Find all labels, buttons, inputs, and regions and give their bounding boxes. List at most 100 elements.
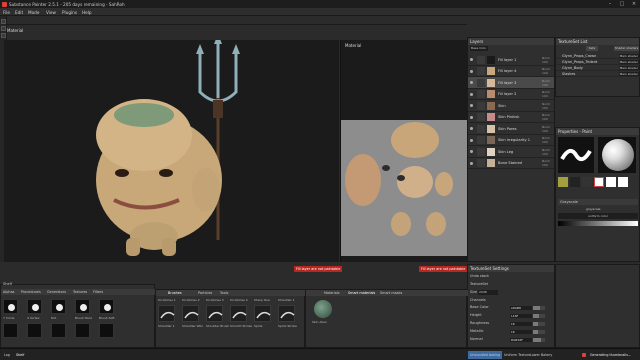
channel-format-select[interactable]: L16F [510,313,532,318]
close-icon[interactable]: × [628,0,640,8]
paint-tool-icon[interactable] [1,19,6,24]
lower-bakery-tab[interactable]: Lower Bakery [528,351,554,359]
grayscale-header[interactable]: Grayscale [558,199,638,205]
layer-row[interactable]: Skin Leg Norm 100 [468,146,554,158]
grayscale-mode-select[interactable]: uniform color [558,213,638,219]
eye-icon[interactable] [470,138,473,142]
layer-opacity[interactable]: 100 [542,106,548,110]
grayscale-slider[interactable] [558,221,638,226]
layer-thumb[interactable] [487,136,495,144]
sets-button[interactable]: Sets [586,46,598,51]
menu-plugins[interactable]: Plugins [62,10,77,15]
layer-opacity[interactable]: 100 [542,163,548,167]
channel-format-select[interactable]: RGB16F [510,337,532,342]
height-thumb[interactable] [570,177,580,187]
channel-format-select[interactable]: L8 [510,329,532,334]
shader-select[interactable]: Main shader [618,53,639,59]
texture-set-row[interactable]: Slashes Main shader [556,71,640,77]
channel-select[interactable]: Base Colo [470,46,488,51]
menu-mode[interactable]: Mode [28,10,39,15]
layer-thumb[interactable] [487,78,495,87]
tab-textures[interactable]: Textures [71,289,89,295]
eye-icon[interactable] [470,58,473,61]
brush-thumb[interactable] [158,305,175,322]
menu-view[interactable]: View [46,10,56,15]
viewport-3d[interactable]: Material Fill layer are not paintable [4,28,343,272]
layer-mask-thumb[interactable] [477,136,485,144]
alpha-thumb[interactable] [99,299,114,314]
layer-opacity[interactable]: 100 [542,71,548,75]
roughness-thumb[interactable] [594,177,604,187]
eye-icon[interactable] [470,104,473,107]
alpha-thumb[interactable] [75,323,90,338]
tab-filters[interactable]: Filters [91,289,105,295]
alpha-thumb[interactable] [27,299,42,314]
tab-particles[interactable]: Particles [196,290,214,296]
layer-mask-thumb[interactable] [477,147,485,156]
tab-smart-materials[interactable]: Smart materials [346,290,377,296]
layer-row[interactable]: Fill layer 3 Norm 100 [468,77,554,89]
layer-thumb[interactable] [487,124,495,133]
layer-mask-thumb[interactable] [477,55,485,64]
alpha-thumb[interactable] [51,299,66,314]
tab-alphas[interactable]: Alphas [1,289,16,295]
layer-mask-thumb[interactable] [477,124,485,133]
layer-thumb[interactable] [487,159,495,167]
viewport-2d[interactable]: Material Fill layer are not paintable [340,40,468,272]
menu-help[interactable]: Help [82,10,92,15]
channel-slider[interactable] [533,322,545,326]
menu-file[interactable]: File [3,10,10,15]
eye-icon[interactable] [470,127,473,130]
layer-thumb[interactable] [487,90,495,98]
layer-mask-thumb[interactable] [477,101,485,110]
alpha-thumb[interactable] [75,299,90,314]
layer-thumb[interactable] [487,67,495,75]
minimize-icon[interactable]: – [604,0,616,8]
channel-slider[interactable] [533,338,545,342]
layer-thumb[interactable] [487,101,495,110]
layer-row[interactable]: Fill layer 4 Norm 100 [468,65,554,77]
normal-thumb[interactable] [582,177,592,187]
layer-opacity[interactable]: 100 [542,94,548,98]
layer-mask-thumb[interactable] [477,159,485,167]
layer-thumb[interactable] [487,147,495,156]
tab-generators[interactable]: Generators [45,289,68,295]
layer-mask-thumb[interactable] [477,67,485,75]
brush-thumb[interactable] [254,305,271,322]
layer-row[interactable]: Skin Pores Norm 100 [468,123,554,135]
undo-stack-tab[interactable]: Undo stack [470,274,489,278]
eye-icon[interactable] [470,161,473,165]
menu-edit[interactable]: Edit [15,10,23,15]
basecolor-thumb[interactable] [558,177,568,187]
tab-shelf[interactable]: Shelf [14,351,26,359]
eraser-tool-icon[interactable] [1,26,6,31]
tab-smart-masks[interactable]: Smart masks [378,290,404,296]
channel-slider[interactable] [533,306,545,310]
layer-mask-thumb[interactable] [477,113,485,121]
layer-opacity[interactable]: 100 [542,129,548,133]
eye-icon[interactable] [470,150,473,153]
layer-row[interactable]: Bone Stained Norm 100 [468,157,554,169]
brush-thumb[interactable] [278,305,295,322]
layer-thumb[interactable] [487,113,495,121]
alpha-thumb[interactable] [99,323,114,338]
size-select[interactable]: 2048 [478,289,498,295]
alpha-thumb[interactable] [51,323,66,338]
layer-row[interactable]: Skin Irregularity 1 Norm 100 [468,134,554,146]
layer-row[interactable]: Fill layer 1 Norm 100 [468,54,554,66]
channel-format-select[interactable]: L8 [510,321,532,326]
metallic-thumb[interactable] [606,177,616,187]
maximize-icon[interactable]: □ [616,0,628,8]
brush-thumb[interactable] [230,305,247,322]
layer-thumb[interactable] [487,55,495,64]
unbundled-baking-tab[interactable]: Unbundled baking [468,351,503,359]
tab-procedurals[interactable]: Procedurals [19,289,43,295]
alpha-thumb[interactable] [3,323,18,338]
eye-icon[interactable] [470,115,473,119]
tab-materials[interactable]: Materials [322,290,342,296]
layer-opacity[interactable]: 100 [542,152,548,156]
shader-select[interactable]: Main shader [618,65,639,71]
eye-icon[interactable] [470,69,473,73]
layer-mask-thumb[interactable] [477,90,485,98]
shaders-button[interactable]: Shader shaders [614,46,639,51]
